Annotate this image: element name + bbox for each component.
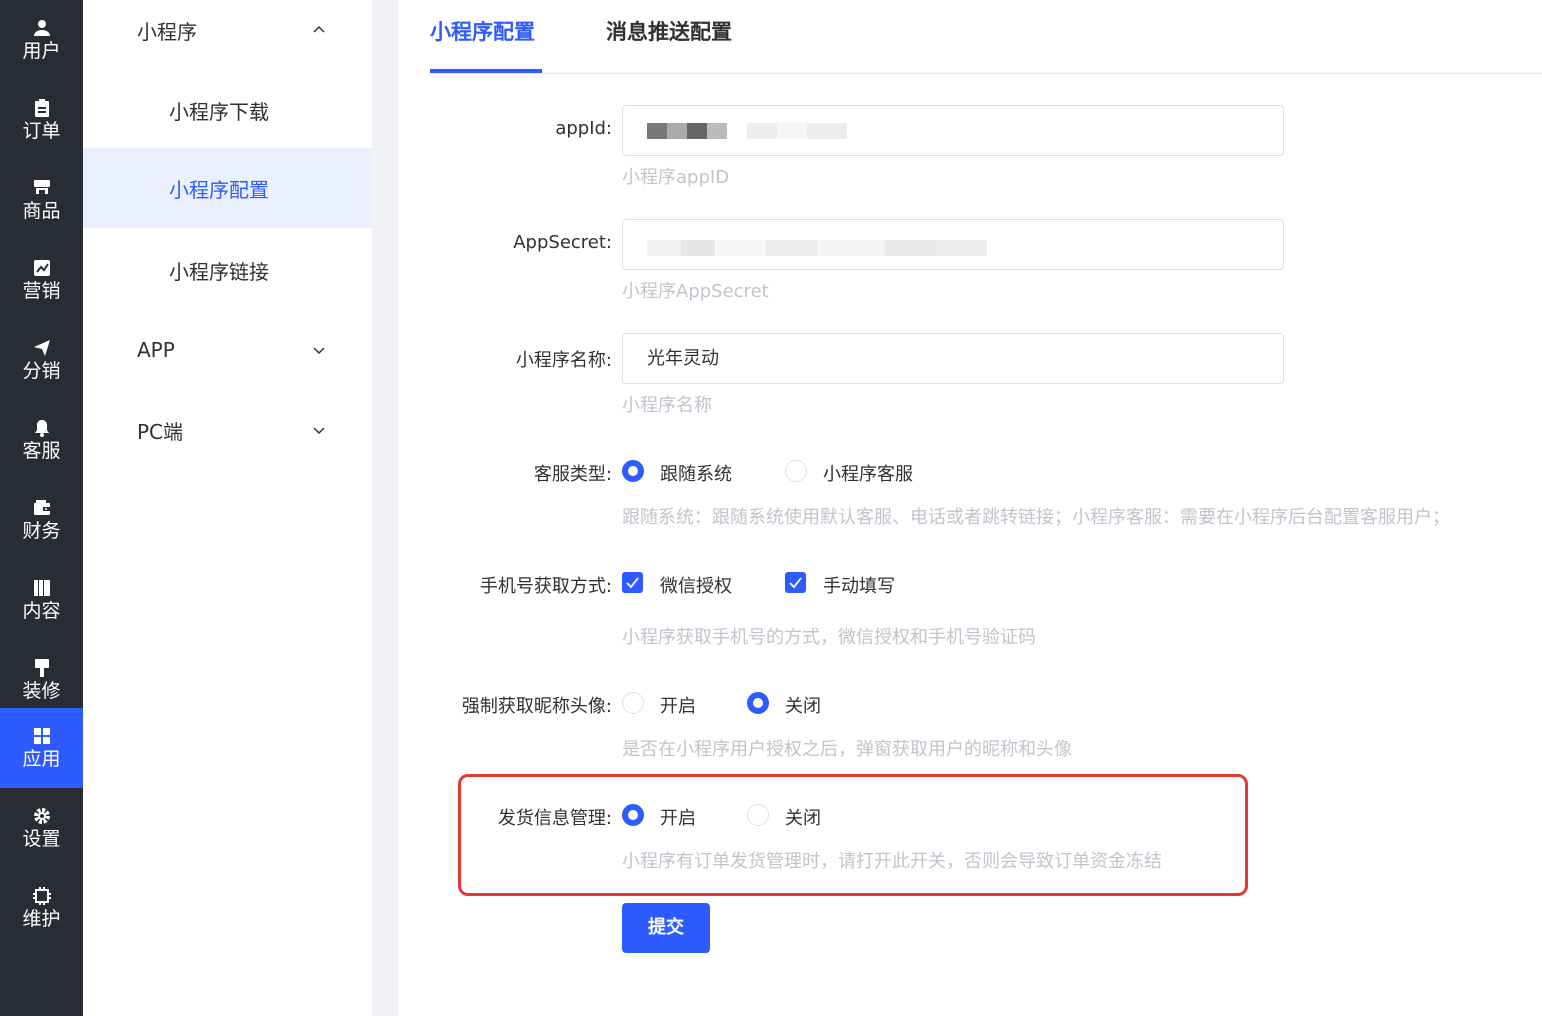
shipping-on-radio[interactable]	[622, 804, 644, 826]
name-label: 小程序名称:	[515, 350, 612, 371]
submenu-item-label: 小程序下载	[169, 99, 269, 124]
submenu-group-miniprogram[interactable]: 小程序	[83, 0, 372, 70]
bell-icon	[32, 418, 52, 438]
gear-icon	[32, 806, 52, 826]
phone-manual-text: 手动填写	[823, 576, 895, 597]
check-icon	[626, 577, 639, 589]
store-icon	[32, 178, 52, 198]
rail-label: 财务	[22, 520, 61, 542]
service-type-hint: 跟随系统：跟随系统使用默认客服、电话或者跳转链接；小程序客服：需要在小程序后台配…	[622, 507, 1450, 528]
service-follow-text: 跟随系统	[660, 464, 732, 485]
submenu-item-download[interactable]: 小程序下载	[83, 70, 372, 150]
redacted-value	[647, 240, 987, 256]
submenu-item-label: 小程序配置	[169, 177, 269, 202]
force-avatar-hint: 是否在小程序用户授权之后，弹窗获取用户的昵称和头像	[622, 739, 1072, 760]
rail-item-settings[interactable]: 设置	[0, 788, 83, 868]
service-miniprogram-text: 小程序客服	[823, 464, 913, 485]
clipboard-icon	[32, 98, 52, 118]
user-icon	[32, 18, 52, 38]
rail-item-products[interactable]: 商品	[0, 160, 83, 240]
brush-icon	[32, 658, 52, 678]
highlight-box	[458, 774, 1248, 896]
submenu-group-label: APP	[137, 338, 175, 362]
rail-label: 设置	[22, 828, 61, 850]
rail-label: 营销	[22, 280, 61, 302]
wallet-icon	[32, 498, 52, 518]
rail-label: 用户	[22, 40, 61, 62]
rail-item-distribution[interactable]: 分销	[0, 320, 83, 400]
submenu-group-label: 小程序	[137, 19, 197, 44]
submenu-group-app[interactable]: APP	[83, 310, 372, 390]
submit-button[interactable]: 提交	[622, 903, 710, 953]
rail-item-finance[interactable]: 财务	[0, 480, 83, 560]
name-hint: 小程序名称	[622, 395, 712, 416]
chip-icon	[32, 886, 52, 906]
force-avatar-on-radio[interactable]	[622, 692, 644, 714]
appid-input[interactable]	[622, 105, 1284, 156]
miniprogram-name-input[interactable]: 光年灵动	[622, 333, 1284, 384]
rail-label: 内容	[22, 600, 61, 622]
appsecret-label: AppSecret:	[513, 232, 612, 253]
service-type-label: 客服类型:	[533, 464, 612, 485]
chart-icon	[32, 258, 52, 278]
rail-item-users[interactable]: 用户	[0, 0, 83, 80]
rail-item-orders[interactable]: 订单	[0, 80, 83, 160]
apps-icon	[32, 726, 52, 746]
rail-label: 应用	[22, 748, 61, 770]
submenu-item-label: 小程序链接	[169, 259, 269, 284]
tab-bar: 小程序配置 消息推送配置	[430, 0, 1542, 74]
phone-wechat-checkbox[interactable]	[622, 572, 643, 593]
submenu-group-pc[interactable]: PC端	[83, 390, 372, 470]
service-miniprogram-radio[interactable]	[785, 460, 807, 482]
main-nav-rail: 用户 订单 商品 营销 分销 客服 财务 内容 装修 应用 设置 维护	[0, 0, 83, 1016]
sub-menu: 小程序 小程序下载 小程序配置 小程序链接 APP PC端	[83, 0, 372, 1016]
shipping-info-label: 发货信息管理:	[497, 808, 612, 829]
redacted-value	[747, 123, 847, 139]
chevron-up-icon	[313, 25, 325, 33]
appid-label: appId:	[555, 118, 612, 139]
force-avatar-on-text: 开启	[660, 696, 696, 717]
rail-item-content[interactable]: 内容	[0, 560, 83, 640]
active-tab-indicator	[430, 69, 542, 73]
rail-label: 商品	[22, 200, 61, 222]
send-icon	[32, 338, 52, 358]
rail-label: 维护	[22, 908, 61, 930]
tab-push-config[interactable]: 消息推送配置	[606, 16, 732, 48]
rail-label: 分销	[22, 360, 61, 382]
rail-label: 客服	[22, 440, 61, 462]
submenu-item-link[interactable]: 小程序链接	[83, 230, 372, 310]
phone-method-label: 手机号获取方式:	[479, 576, 612, 597]
rail-label: 装修	[22, 680, 61, 702]
force-avatar-label: 强制获取昵称头像:	[461, 696, 612, 717]
appsecret-hint: 小程序AppSecret	[622, 281, 769, 302]
appid-hint: 小程序appID	[622, 167, 730, 188]
service-follow-radio[interactable]	[622, 460, 644, 482]
shipping-info-hint: 小程序有订单发货管理时，请打开此开关，否则会导致订单资金冻结	[622, 851, 1162, 872]
rail-item-service[interactable]: 客服	[0, 400, 83, 480]
tab-miniprogram-config[interactable]: 小程序配置	[430, 16, 535, 48]
force-avatar-off-radio[interactable]	[747, 692, 769, 714]
check-icon	[789, 577, 802, 589]
submenu-item-config[interactable]: 小程序配置	[83, 148, 372, 228]
phone-manual-checkbox[interactable]	[785, 572, 806, 593]
appsecret-input[interactable]	[622, 219, 1284, 270]
chevron-down-icon	[313, 427, 325, 435]
force-avatar-off-text: 关闭	[785, 696, 821, 717]
shipping-on-text: 开启	[660, 808, 696, 829]
chevron-down-icon	[313, 347, 325, 355]
book-icon	[32, 578, 52, 598]
rail-item-maintenance[interactable]: 维护	[0, 868, 83, 948]
phone-wechat-text: 微信授权	[660, 576, 732, 597]
shipping-off-text: 关闭	[785, 808, 821, 829]
phone-method-hint: 小程序获取手机号的方式，微信授权和手机号验证码	[622, 627, 1036, 648]
rail-item-apps[interactable]: 应用	[0, 708, 83, 788]
rail-item-marketing[interactable]: 营销	[0, 240, 83, 320]
rail-label: 订单	[22, 120, 61, 142]
shipping-off-radio[interactable]	[747, 804, 769, 826]
submenu-group-label: PC端	[137, 419, 184, 444]
redacted-value	[647, 123, 727, 139]
